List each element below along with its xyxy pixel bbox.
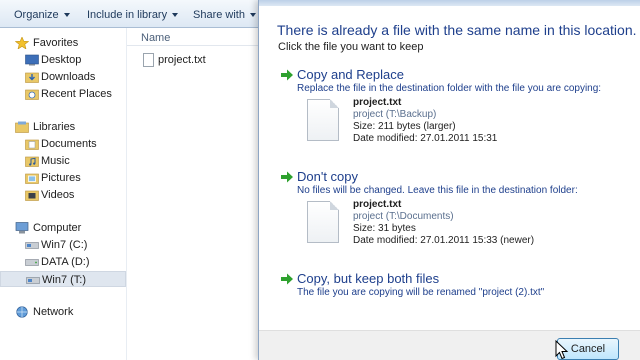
nav-desktop-label: Desktop [41,54,82,66]
nav-computer-label: Computer [33,222,82,234]
mouse-pointer-icon [555,340,569,360]
keep-both-description: The file you are copying will be renamed… [297,287,545,298]
file-list: Name project.txt [127,28,260,360]
library-icon [15,121,29,133]
nav-desktop[interactable]: Desktop [0,52,126,68]
nav-network-label: Network [33,306,74,318]
include-in-library-button[interactable]: Include in library [87,7,179,22]
nav-libraries[interactable]: Libraries [0,119,126,135]
nav-pictures-label: Pictures [41,172,81,184]
nav-drive-c-label: Win7 (C:) [41,239,88,251]
chevron-down-icon [172,12,179,17]
network-icon [16,306,28,318]
keep-both-option[interactable]: Copy, but keep both files The file you a… [281,271,629,301]
nav-drive-t-label: Win7 (T:) [42,274,86,286]
share-with-button[interactable]: Share with [193,7,256,22]
destination-file-location: project (T:\Documents) [353,211,454,222]
destination-file-name: project.txt [353,199,402,210]
dialog-heading: There is already a file with the same na… [277,22,637,38]
destination-file-size: Size: 31 bytes [353,223,416,234]
list-item[interactable]: project.txt [141,52,257,68]
copy-and-replace-option[interactable]: Copy and Replace Replace the file in the… [281,67,629,157]
nav-favorites[interactable]: Favorites [0,35,126,51]
nav-music[interactable]: Music [0,153,126,169]
keep-both-title: Copy, but keep both files [297,271,440,286]
nav-downloads-label: Downloads [41,71,96,83]
downloads-folder-icon [25,72,39,83]
copy-and-replace-description: Replace the file in the destination fold… [297,83,602,94]
drive-icon [25,242,39,249]
green-arrow-icon [281,273,293,285]
nav-drive-t[interactable]: Win7 (T:) [0,271,126,287]
nav-pictures[interactable]: Pictures [0,170,126,186]
nav-network[interactable]: Network [0,304,126,320]
copy-and-replace-title: Copy and Replace [297,67,404,82]
drive-icon [26,277,40,284]
destination-file-details: project.txt project (T:\Documents) Size:… [307,199,607,259]
copy-file-dialog: There is already a file with the same na… [258,0,640,360]
nav-documents[interactable]: Documents [0,136,126,152]
dialog-frame [259,0,640,6]
nav-drive-d[interactable]: DATA (D:) [0,254,126,270]
drive-icon [25,259,39,266]
nav-videos[interactable]: Videos [0,187,126,203]
document-icon [143,53,154,67]
organize-label: Organize [14,8,59,21]
documents-library-icon [25,139,39,150]
green-arrow-icon [281,69,293,81]
nav-downloads[interactable]: Downloads [0,69,126,85]
recent-places-icon [25,89,39,100]
dont-copy-option[interactable]: Don't copy No files will be changed. Lea… [281,169,629,259]
document-icon [307,201,339,243]
destination-file-date: Date modified: 27.01.2011 15:33 (newer) [353,235,535,246]
navigation-pane: Favorites Desktop Downloads Recent Place… [0,28,126,360]
nav-recent-places-label: Recent Places [41,88,112,100]
desktop-folder-icon [25,54,39,66]
chevron-down-icon [249,12,256,17]
dialog-subheading: Click the file you want to keep [278,41,424,53]
nav-drive-d-label: DATA (D:) [41,256,90,268]
dont-copy-description: No files will be changed. Leave this fil… [297,185,578,196]
source-file-size: Size: 211 bytes (larger) [353,121,456,132]
nav-recent-places[interactable]: Recent Places [0,86,126,102]
chevron-down-icon [63,12,70,17]
videos-library-icon [25,190,39,201]
nav-favorites-label: Favorites [33,37,79,49]
star-icon [15,37,29,49]
music-library-icon [25,156,39,167]
nav-videos-label: Videos [41,189,75,201]
nav-drive-c[interactable]: Win7 (C:) [0,237,126,253]
include-in-library-label: Include in library [87,8,168,21]
pictures-library-icon [25,173,39,184]
source-file-location: project (T:\Backup) [353,109,437,120]
column-header-name[interactable]: Name [127,28,260,46]
nav-libraries-label: Libraries [33,121,76,133]
computer-icon [15,222,29,234]
source-file-date: Date modified: 27.01.2011 15:31 [353,133,498,144]
nav-documents-label: Documents [41,138,97,150]
organize-button[interactable]: Organize [14,7,70,22]
file-name: project.txt [158,54,206,66]
nav-music-label: Music [41,155,70,167]
nav-computer[interactable]: Computer [0,220,126,236]
dont-copy-title: Don't copy [297,169,359,184]
green-arrow-icon [281,171,293,183]
share-with-label: Share with [193,8,245,21]
source-file-name: project.txt [353,97,402,108]
source-file-details: project.txt project (T:\Backup) Size: 21… [307,97,607,157]
dialog-footer: Cancel [259,330,640,360]
column-header-name-label: Name [141,32,171,44]
document-icon [307,99,339,141]
